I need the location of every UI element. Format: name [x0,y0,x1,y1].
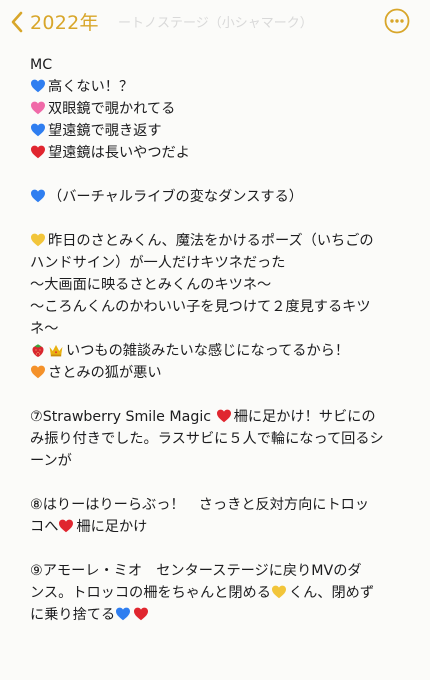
note-line: ⑧はりーはりーらぶっ！ さっきと反対方向にトロッ [30,494,412,516]
note-line: さとみの狐が悪い [30,362,412,384]
faded-note-title: ートノステージ（小シャマーク） [118,16,313,31]
note-line: に乗り捨てる [30,604,412,626]
note-line: （バーチャルライブの変なダンスする） [30,186,412,208]
note-line: コへ 柵に足かけ [30,516,412,538]
note-line: いつもの雑談みたいな感じになってるから！ [30,340,412,362]
note-line-text: ⑧はりーはりーらぶっ！ さっきと反対方向にトロッ [30,497,370,513]
back-button[interactable]: 2022年 [10,8,99,35]
strawberry-icon [32,344,44,357]
note-line-text: ーンが [30,453,72,469]
note-line-text-after: くん、閉めず [288,585,375,601]
note-body[interactable]: MC 高くない！？ 双眼鏡で覗かれてる 望遠鏡で覗き返す望遠鏡は長いやつだよ （バーチャ… [30,54,412,626]
crown-icon [49,345,63,357]
note-line-text: 昨日のさとみくん、魔法をかけるポーズ（いちごの [48,233,374,249]
note-line-text: ハンドサイン）が一人だけキツネだった [30,255,286,271]
note-line-text: み振り付きでした。ラスサビに５人で輪になって回るシ [30,431,384,447]
yellow-heart-icon [271,585,286,599]
note-line: 昨日のさとみくん、魔法をかけるポーズ（いちごの [30,230,412,252]
blue-heart-icon [116,607,131,621]
navigation-bar: 2022年 ートノステージ（小シャマーク） [0,0,430,44]
note-line: 望遠鏡は長いやつだよ [30,142,412,164]
note-line-text: MC [30,57,53,73]
note-line-text-after: 柵に足かけ [76,519,148,535]
note-line-text: ⑦Strawberry Smile Magic [30,409,216,425]
pink-heart-icon [31,101,45,115]
note-line-text: ネ〜 [30,321,59,337]
more-options-icon[interactable] [384,8,410,34]
note-line-text: いつもの雑談みたいな感じになってるから！ [66,343,350,359]
note-line: 望遠鏡で覗き返す [30,120,412,142]
note-line-text: 〜大画面に映るさとみくんのキツネ〜 [30,277,272,293]
note-line [30,384,412,406]
yellow-heart-icon [31,233,45,247]
red-heart-icon [134,607,149,621]
note-line: ンス。トロッコの柵をちゃんと閉める くん、閉めず [30,582,412,604]
note-line: 〜大画面に映るさとみくんのキツネ〜 [30,274,412,296]
note-line [30,208,412,230]
note-line-text: ⑨アモーレ・ミオ センターステージに戻りMVのダ [30,563,362,579]
blue-heart-icon [31,79,45,93]
note-line: 双眼鏡で覗かれてる [30,98,412,120]
note-line-text: さとみの狐が悪い [48,365,162,381]
note-line [30,538,412,560]
red-heart-icon [216,409,231,423]
note-line: ネ〜 [30,318,412,340]
note-line-text: 望遠鏡で覗き返す [48,123,162,139]
note-line: ハンドサイン）が一人だけキツネだった [30,252,412,274]
note-line: ⑦Strawberry Smile Magic 柵に足かけ！サビにの [30,406,412,428]
note-line-text: （バーチャルライブの変なダンスする） [48,189,303,205]
note-line-text: ンス。トロッコの柵をちゃんと閉める [30,585,271,601]
note-line: 〜ころんくんのかわいい子を見つけて２度見するキツ [30,296,412,318]
note-line [30,472,412,494]
blue-heart-icon [31,123,45,137]
note-line-text: コへ [30,519,59,535]
note-line: MC [30,54,412,76]
note-line: ⑨アモーレ・ミオ センターステージに戻りMVのダ [30,560,412,582]
back-label[interactable]: 2022年 [30,8,99,35]
note-line-text: 望遠鏡は長いやつだよ [48,145,190,161]
chevron-left-icon [11,11,23,32]
note-line [30,164,412,186]
note-line-text-after: 柵に足かけ！サビにの [233,409,376,425]
note-line-text: に乗り捨てる [30,607,116,623]
red-heart-icon [59,519,74,533]
blue-heart-icon [31,189,45,203]
red-heart-icon [31,145,45,159]
note-line-text: 高くない！？ [48,79,134,95]
note-line-text: 双眼鏡で覗かれてる [48,101,176,117]
note-line: ーンが [30,450,412,472]
note-line: 高くない！？ [30,76,412,98]
orange-heart-icon [31,365,45,379]
note-line-text: 〜ころんくんのかわいい子を見つけて２度見するキツ [30,299,371,315]
note-line: み振り付きでした。ラスサビに５人で輪になって回るシ [30,428,412,450]
